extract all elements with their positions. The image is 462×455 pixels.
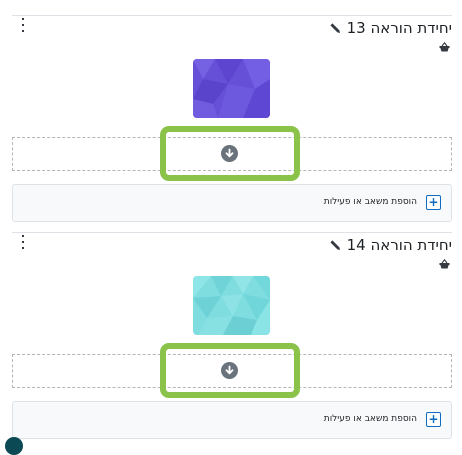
kebab-menu-icon[interactable] xyxy=(19,18,27,32)
arrow-down-circle-icon[interactable] xyxy=(221,362,238,379)
kebab-menu-icon[interactable] xyxy=(19,235,27,249)
section-title: יחידת הוראה 14 xyxy=(329,233,452,257)
plus-icon[interactable]: + xyxy=(426,412,441,427)
add-activity-label[interactable]: הוספת משאב או פעילות xyxy=(324,414,417,424)
basket-icon xyxy=(439,42,450,52)
chat-bubble-icon[interactable] xyxy=(5,437,23,455)
section-thumbnail-image xyxy=(193,59,270,118)
section-title: יחידת הוראה 13 xyxy=(329,16,452,40)
pencil-icon[interactable] xyxy=(329,22,341,34)
section-unit-14: יחידת הוראה 14 הוספת משאב או פעילות + xyxy=(0,217,462,439)
section-unit-13: יחידת הוראה 13 הוספת משאב או פעילות + xyxy=(0,0,462,222)
pencil-icon[interactable] xyxy=(329,239,341,251)
section-title-text[interactable]: יחידת הוראה 13 xyxy=(347,19,452,37)
arrow-down-circle-icon[interactable] xyxy=(221,145,238,162)
section-title-text[interactable]: יחידת הוראה 14 xyxy=(347,236,452,254)
add-activity-bar[interactable]: הוספת משאב או פעילות + xyxy=(12,401,452,439)
section-thumbnail-image xyxy=(193,276,270,335)
add-activity-label[interactable]: הוספת משאב או פעילות xyxy=(324,197,417,207)
plus-icon[interactable]: + xyxy=(426,195,441,210)
basket-icon xyxy=(439,259,450,269)
